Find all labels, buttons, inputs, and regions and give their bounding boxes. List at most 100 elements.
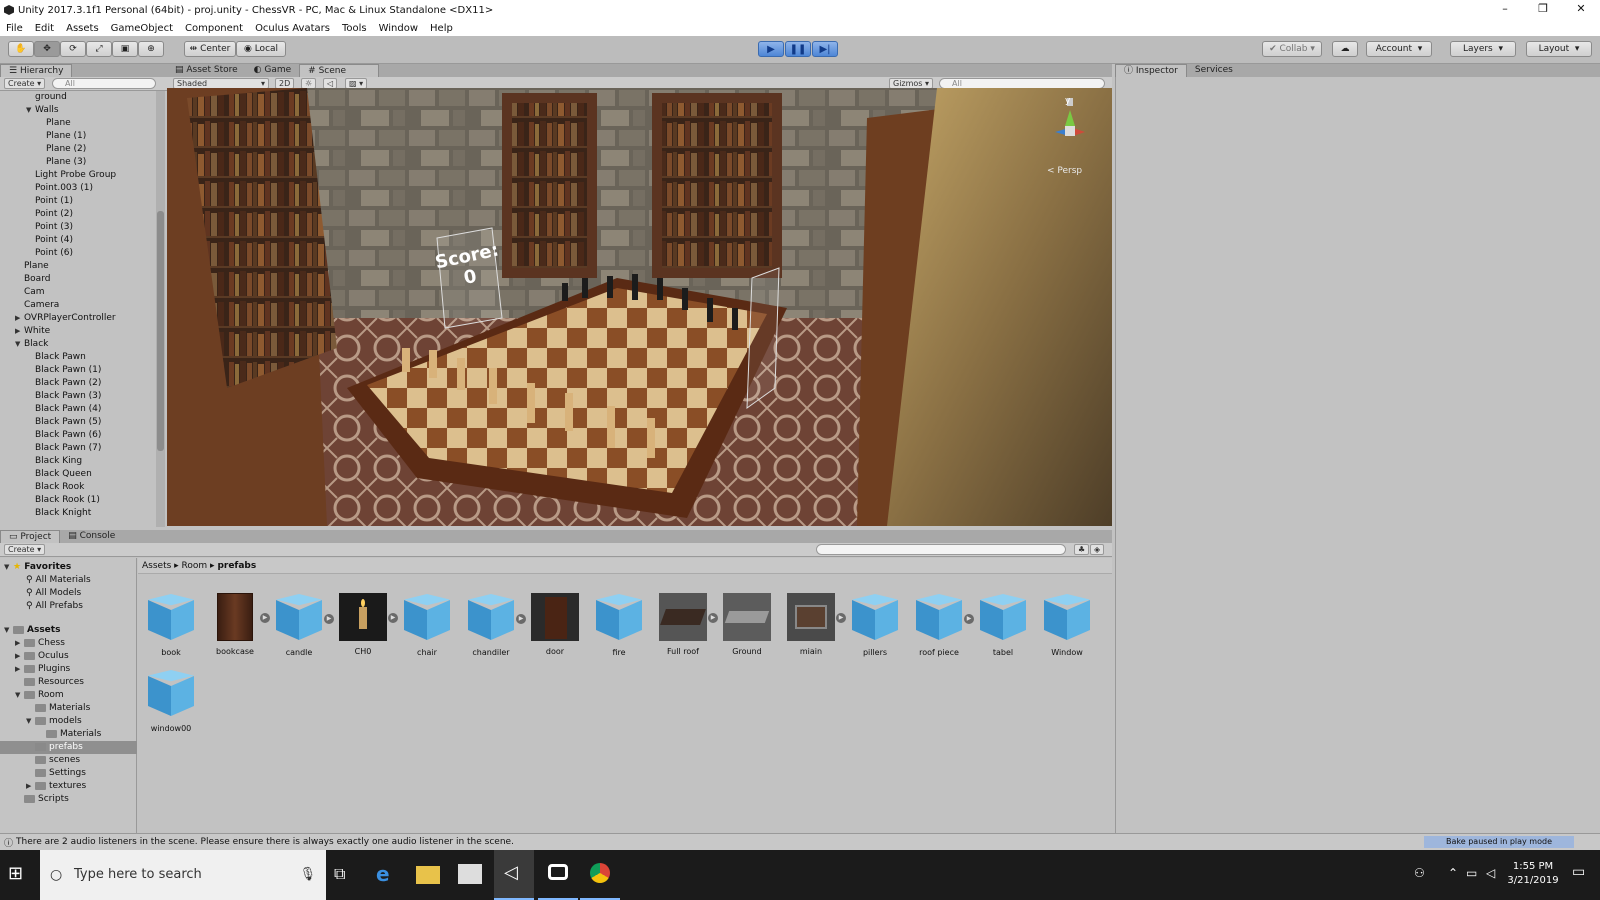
rect-tool-button[interactable]: ▣ [112, 41, 138, 57]
hierarchy-item[interactable]: Black Rook [4, 481, 154, 494]
hierarchy-item[interactable]: ▼ Walls [4, 104, 154, 117]
hierarchy-search-input[interactable]: All [52, 78, 156, 89]
menu-help[interactable]: Help [424, 23, 459, 34]
taskbar-search-input[interactable]: ○ Type here to search 🎙 [40, 850, 326, 900]
cloud-button[interactable]: ☁ [1332, 41, 1358, 57]
hierarchy-scroll-thumb[interactable] [157, 211, 164, 451]
hierarchy-item[interactable]: Black Knight [4, 507, 154, 520]
folder-tree-item[interactable]: Materials [4, 728, 137, 741]
hierarchy-item[interactable]: Black Pawn (5) [4, 416, 154, 429]
folder-tree-item[interactable]: Materials [4, 702, 137, 715]
menu-file[interactable]: File [0, 23, 29, 34]
favorite-all-models[interactable]: ⚲ All Models [4, 587, 134, 600]
folder-tree-item[interactable]: ▼ Room [4, 689, 137, 702]
hierarchy-item[interactable]: Plane (2) [4, 143, 154, 156]
asset-item[interactable]: door [524, 592, 586, 656]
filter-type-button[interactable]: ♣ [1074, 544, 1090, 555]
hierarchy-item[interactable]: Black Pawn (6) [4, 429, 154, 442]
expand-arrow-icon[interactable]: ▶ [15, 663, 24, 676]
asset-item[interactable]: ▶ miain [780, 592, 846, 656]
tab-services[interactable]: Services [1187, 64, 1241, 77]
expand-arrow-icon[interactable]: ▶ [26, 780, 35, 793]
microphone-icon[interactable]: 🎙 [299, 850, 316, 900]
scene-view[interactable]: Score: 0 y < Persp [167, 88, 1112, 526]
clock[interactable]: 1:55 PM 3/21/2019 [1496, 860, 1570, 888]
asset-item[interactable]: Ground [716, 592, 778, 656]
hierarchy-item[interactable]: Black Pawn (3) [4, 390, 154, 403]
store-icon[interactable] [458, 864, 482, 884]
menu-assets[interactable]: Assets [60, 23, 105, 34]
hierarchy-item[interactable]: Point (4) [4, 234, 154, 247]
play-button[interactable]: ▶ [758, 41, 784, 57]
folder-tree-item[interactable]: ▼ models [4, 715, 137, 728]
windows-start-icon[interactable]: ⊞ [8, 862, 32, 886]
perspective-label[interactable]: < Persp [1047, 166, 1082, 176]
expand-arrow-icon[interactable]: ▼ [15, 689, 24, 702]
hierarchy-item[interactable]: Black King [4, 455, 154, 468]
favorite-all-prefabs[interactable]: ⚲ All Prefabs [4, 600, 134, 613]
hierarchy-item[interactable]: Board [4, 273, 154, 286]
tab-project[interactable]: ▭ Project [0, 530, 61, 543]
rotate-tool-button[interactable]: ⟳ [60, 41, 86, 57]
move-tool-button[interactable]: ✥ [34, 41, 60, 57]
asset-item[interactable]: tabel [972, 592, 1034, 657]
close-button[interactable]: ✕ [1562, 0, 1600, 20]
pivot-local-toggle[interactable]: ◉ Local [236, 41, 286, 57]
breadcrumb-room[interactable]: Room [182, 561, 208, 571]
pivot-center-toggle[interactable]: ⇹ Center [184, 41, 236, 57]
edge-browser-icon[interactable]: e [376, 862, 400, 886]
folder-tree-item[interactable]: prefabs [0, 741, 137, 754]
asset-item[interactable]: ▶ chandiler [460, 592, 526, 657]
asset-item[interactable]: chair [396, 592, 458, 657]
asset-item[interactable]: pillers [844, 592, 906, 657]
hierarchy-item[interactable]: Black Pawn (1) [4, 364, 154, 377]
hierarchy-item[interactable]: ▼ Black [4, 338, 154, 351]
folder-tree-item[interactable]: ▼ Assets [4, 624, 137, 637]
asset-item[interactable]: fire [588, 592, 650, 657]
project-create-button[interactable]: Create ▾ [4, 544, 46, 555]
chrome-taskbar-button[interactable] [580, 850, 620, 900]
hierarchy-item[interactable]: Light Probe Group [4, 169, 154, 182]
hierarchy-item[interactable]: Point (2) [4, 208, 154, 221]
minimize-button[interactable]: – [1486, 0, 1524, 20]
step-button[interactable]: ▶| [812, 41, 838, 57]
hierarchy-item[interactable]: Plane [4, 117, 154, 130]
hierarchy-item[interactable]: Plane (1) [4, 130, 154, 143]
expand-arrow-icon[interactable]: ▼ [4, 624, 13, 637]
collab-button[interactable]: ✔ Collab ▾ [1262, 41, 1322, 57]
asset-item[interactable]: ▶ Full roof [652, 592, 718, 656]
scale-tool-button[interactable]: ⤢ [86, 41, 112, 57]
breadcrumb-assets[interactable]: Assets [142, 561, 171, 571]
asset-item[interactable]: window00 [140, 668, 202, 733]
hand-tool-button[interactable]: ✋ [8, 41, 34, 57]
hierarchy-item[interactable]: Point.003 (1) [4, 182, 154, 195]
status-message[interactable]: There are 2 audio listeners in the scene… [16, 837, 514, 847]
menu-edit[interactable]: Edit [29, 23, 60, 34]
account-dropdown[interactable]: Account ▾ [1366, 41, 1432, 57]
asset-item[interactable]: ▶ CH0 [332, 592, 398, 656]
folder-tree-item[interactable]: ▶ Plugins [4, 663, 137, 676]
hierarchy-item[interactable]: Black Rook (1) [4, 494, 154, 507]
hierarchy-item[interactable]: Cam [4, 286, 154, 299]
hierarchy-item[interactable]: Plane [4, 260, 154, 273]
menu-oculus-avatars[interactable]: Oculus Avatars [249, 23, 336, 34]
menu-gameobject[interactable]: GameObject [105, 23, 179, 34]
hierarchy-item[interactable]: Black Queen [4, 468, 154, 481]
folder-tree-item[interactable]: Settings [4, 767, 137, 780]
folder-tree-item[interactable]: Scripts [4, 793, 137, 806]
tab-inspector[interactable]: ⓘ Inspector [1115, 64, 1187, 77]
tab-console[interactable]: ▤ Console [60, 530, 123, 543]
asset-item[interactable]: ▶ roof piece [908, 592, 974, 657]
pause-button[interactable]: ❚❚ [785, 41, 811, 57]
transform-tool-button[interactable]: ⊕ [138, 41, 164, 57]
hierarchy-item[interactable]: Black Pawn (7) [4, 442, 154, 455]
project-search-input[interactable] [816, 544, 1066, 555]
asset-item[interactable]: book [140, 592, 202, 657]
hierarchy-create-button[interactable]: Create ▾ [4, 78, 46, 89]
hierarchy-item[interactable]: Camera [4, 299, 154, 312]
oculus-taskbar-button[interactable] [538, 850, 578, 900]
folder-tree-item[interactable]: ▶ Chess [4, 637, 137, 650]
layout-dropdown[interactable]: Layout ▾ [1526, 41, 1592, 57]
hierarchy-item[interactable]: Black Pawn (2) [4, 377, 154, 390]
folder-tree-item[interactable]: Resources [4, 676, 137, 689]
